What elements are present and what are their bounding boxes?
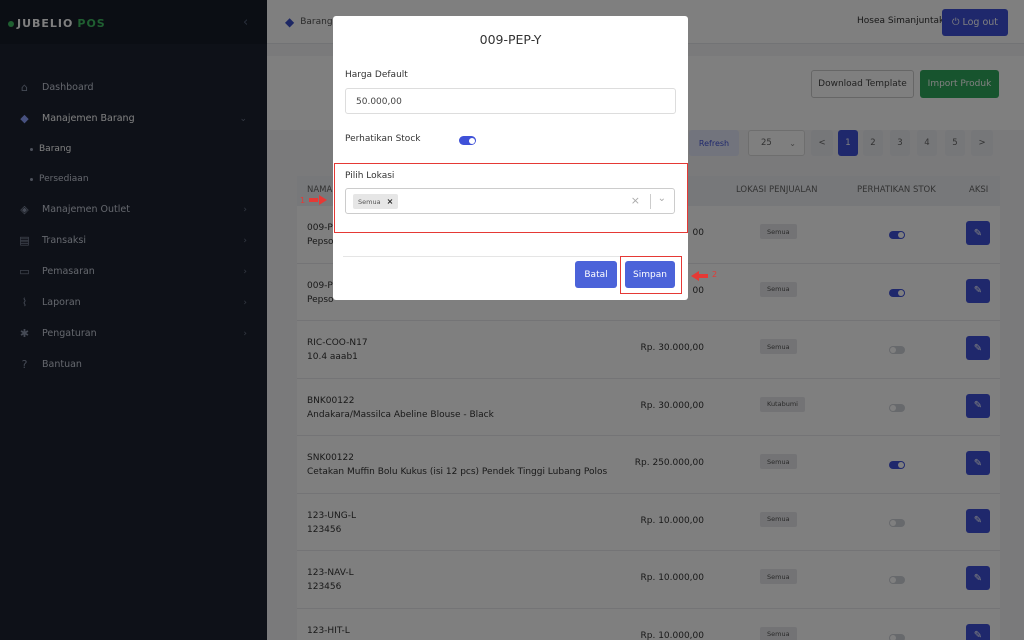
save-button[interactable]: Simpan: [625, 261, 675, 288]
select-divider: [650, 194, 651, 209]
arrow-tail: [699, 274, 708, 278]
chevron-down-icon[interactable]: ⌄: [658, 193, 666, 204]
arrow-left-icon: [691, 271, 699, 281]
location-multiselect[interactable]: Semua × × ⌄: [345, 188, 675, 214]
watch-stock-label: Perhatikan Stock: [345, 134, 421, 144]
location-chip: Semua ×: [353, 194, 399, 209]
edit-price-modal: 009-PEP-Y Harga Default 50.000,00 Perhat…: [333, 16, 688, 300]
cancel-button[interactable]: Batal: [575, 261, 617, 288]
location-chip-label: Semua: [358, 197, 381, 206]
arrow-head: [319, 195, 328, 205]
location-label: Pilih Lokasi: [345, 171, 395, 181]
clear-icon[interactable]: ×: [631, 194, 640, 207]
watch-stock-toggle[interactable]: [459, 136, 476, 145]
chip-remove-icon[interactable]: ×: [387, 197, 394, 206]
annotation-number: 1: [300, 195, 306, 205]
default-price-label: Harga Default: [345, 70, 408, 80]
annotation-2: 2: [691, 269, 718, 281]
default-price-input[interactable]: 50.000,00: [345, 88, 676, 114]
annotation-number: 2: [712, 269, 718, 279]
annotation-1: 1: [300, 195, 328, 205]
arrow-right-icon: [309, 198, 319, 202]
modal-title: 009-PEP-Y: [479, 32, 542, 47]
